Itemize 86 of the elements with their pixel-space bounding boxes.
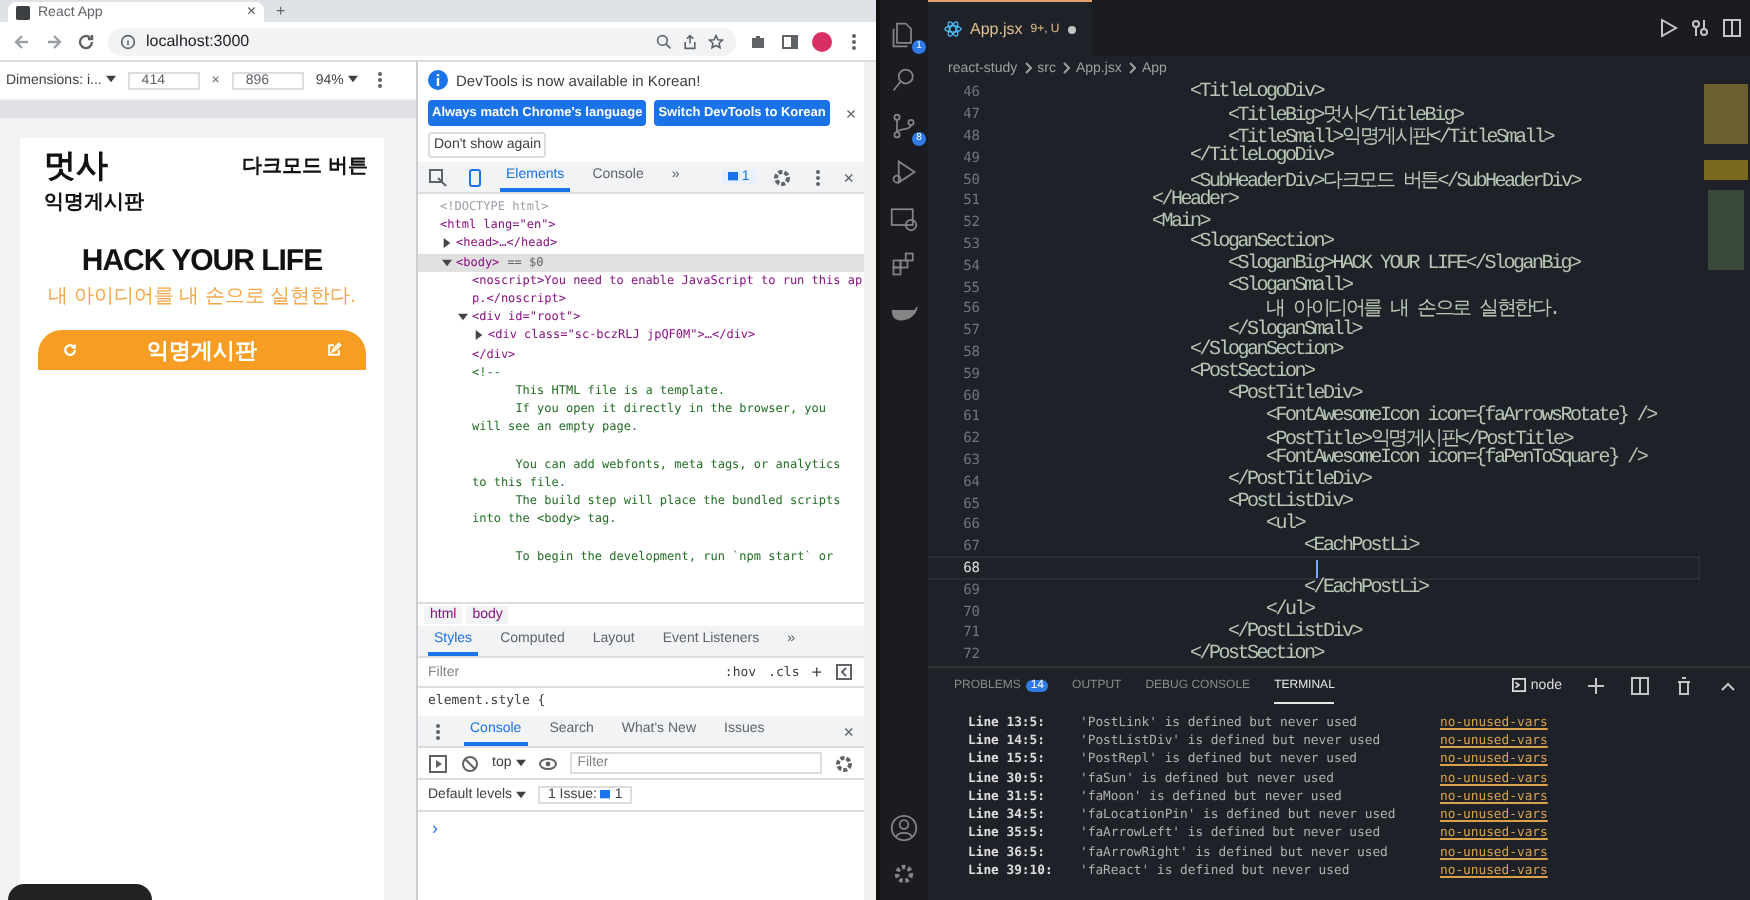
app-title: 멋사 bbox=[44, 148, 110, 188]
clear-icon[interactable] bbox=[460, 753, 480, 773]
code-line: </EachPostLi> bbox=[1304, 578, 1428, 601]
code-line: <EachPostLi> bbox=[1302, 535, 1419, 558]
code-line: </TitleLogoDiv> bbox=[1188, 146, 1333, 169]
code-line: <PostListDiv> bbox=[1226, 492, 1352, 515]
favicon-icon bbox=[16, 5, 30, 19]
code-line: <SloganSmall> bbox=[1226, 276, 1352, 299]
split-terminal-icon[interactable] bbox=[1630, 676, 1650, 696]
code-line: <ul> bbox=[1264, 513, 1305, 536]
split-editor-icon[interactable] bbox=[1722, 18, 1742, 38]
close-button[interactable]: × bbox=[845, 103, 857, 123]
code-line: <PostSection> bbox=[1188, 362, 1314, 385]
react-icon bbox=[944, 20, 962, 38]
device-toggle-icon[interactable] bbox=[464, 167, 484, 187]
dropdown-caret-icon bbox=[105, 74, 116, 85]
settings-icon[interactable] bbox=[834, 753, 854, 773]
source-control-icon[interactable] bbox=[890, 112, 918, 140]
settings-icon[interactable] bbox=[890, 860, 918, 888]
sidebar-icon[interactable] bbox=[780, 31, 800, 51]
close-button[interactable]: × bbox=[843, 721, 854, 741]
code-line: </Header> bbox=[1150, 189, 1238, 212]
sidebar-toggle-icon[interactable] bbox=[834, 662, 854, 682]
slogan-text: 내 아이디어를 내 손으로 실현한다. bbox=[48, 284, 356, 310]
text-cursor bbox=[1316, 559, 1318, 578]
remote-icon[interactable] bbox=[890, 204, 918, 232]
run-icon[interactable] bbox=[1658, 18, 1678, 38]
dropdown-caret-icon bbox=[347, 74, 358, 85]
close-button[interactable]: × bbox=[843, 167, 854, 187]
info-icon bbox=[428, 70, 448, 90]
dropdown-caret-icon bbox=[515, 757, 526, 768]
code-line: <FontAwesomeIcon icon={faArrowsRotate} /> bbox=[1264, 405, 1656, 428]
dropdown-caret-icon bbox=[515, 789, 526, 800]
run-icon[interactable] bbox=[890, 158, 918, 186]
message-icon bbox=[727, 171, 738, 182]
tab-close-button[interactable]: × bbox=[246, 2, 256, 22]
terminal-icon bbox=[1512, 678, 1527, 693]
board-title: 익명게시판 bbox=[147, 337, 257, 365]
eye-icon[interactable] bbox=[537, 753, 558, 773]
info-icon bbox=[120, 33, 136, 49]
code-line: <SloganBig>HACK YOUR LIFE</SloganBig> bbox=[1228, 254, 1580, 277]
expand-toggle-icon[interactable] bbox=[474, 330, 484, 341]
code-line: <Main> bbox=[1150, 211, 1210, 234]
chevron-icon bbox=[1023, 62, 1032, 74]
trash-icon[interactable] bbox=[1674, 676, 1694, 696]
forward-icon[interactable] bbox=[44, 31, 64, 51]
app-subtitle: 익명게시판 bbox=[44, 190, 144, 216]
expand-toggle-icon[interactable] bbox=[442, 238, 452, 249]
zoom-icon[interactable] bbox=[656, 33, 672, 49]
console-prompt[interactable]: › bbox=[432, 818, 438, 838]
code-line: <PostTitleDiv> bbox=[1226, 384, 1362, 407]
explorer-icon[interactable] bbox=[890, 20, 918, 48]
share-icon[interactable] bbox=[682, 33, 698, 49]
slogan-title: HACK YOUR LIFE bbox=[81, 244, 323, 278]
expand-toggle-icon[interactable] bbox=[458, 312, 468, 323]
expand-toggle-icon[interactable] bbox=[442, 257, 452, 268]
code-line: <SloganSection> bbox=[1188, 232, 1333, 255]
chevron-icon bbox=[1061, 62, 1070, 74]
code-line: <TitleBig>멋사</TitleBig> bbox=[1226, 103, 1463, 129]
search-icon[interactable] bbox=[890, 66, 918, 94]
extensions-icon[interactable] bbox=[748, 31, 768, 51]
back-icon[interactable] bbox=[12, 31, 32, 51]
file-name: App.jsx bbox=[970, 20, 1023, 38]
inspect-icon[interactable] bbox=[428, 167, 448, 187]
new-tab-button[interactable]: + bbox=[276, 2, 286, 22]
code-line: </PostSection> bbox=[1188, 643, 1324, 666]
address-bar[interactable]: localhost:3000 bbox=[108, 27, 736, 55]
settings-icon[interactable] bbox=[771, 167, 792, 187]
account-icon[interactable] bbox=[890, 814, 918, 842]
new-rule-button[interactable]: + bbox=[811, 662, 822, 682]
sidebar-icon[interactable] bbox=[428, 753, 448, 773]
chevron-icon bbox=[1127, 62, 1136, 74]
code-line: </SloganSmall> bbox=[1228, 319, 1362, 342]
extensions-icon[interactable] bbox=[890, 250, 918, 278]
add-icon[interactable] bbox=[1586, 676, 1606, 696]
code-line: </ul> bbox=[1266, 600, 1314, 623]
code-line: </PostListDiv> bbox=[1228, 621, 1362, 644]
message-icon bbox=[600, 789, 611, 800]
reload-icon[interactable] bbox=[76, 31, 96, 51]
star-icon[interactable] bbox=[708, 33, 724, 49]
code-line: <TitleLogoDiv> bbox=[1188, 81, 1324, 104]
dark-mode-button[interactable]: 다크모드 버튼 bbox=[242, 146, 368, 216]
code-line: </SloganSection> bbox=[1188, 340, 1343, 363]
code-line: </PostTitleDiv> bbox=[1226, 470, 1371, 493]
url-text: localhost:3000 bbox=[146, 32, 250, 50]
avatar-icon[interactable] bbox=[812, 31, 832, 51]
